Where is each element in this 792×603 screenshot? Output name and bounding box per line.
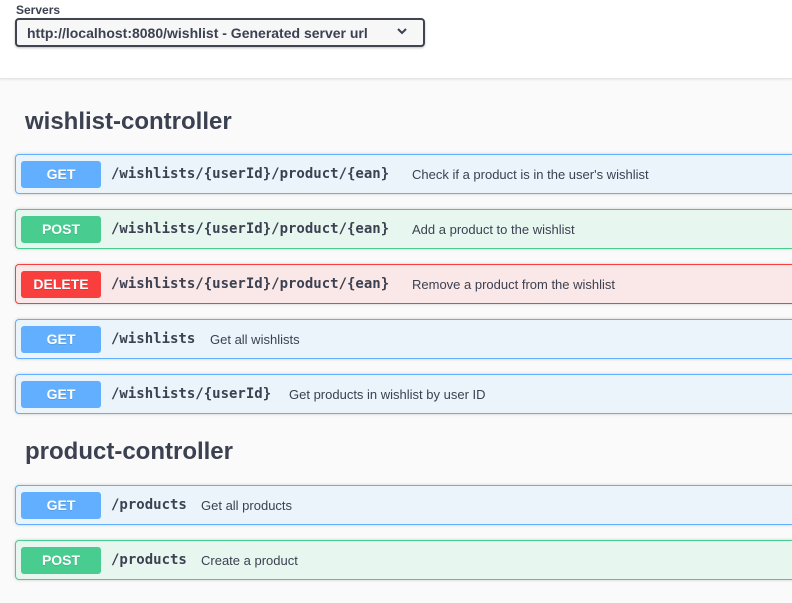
method-badge: GET [21, 381, 101, 408]
operation-path: /products [111, 552, 187, 568]
operation-path: /wishlists/{userId} [111, 386, 272, 402]
operation-get-wishlists[interactable]: GET /wishlists Get all wishlists [15, 319, 792, 359]
section-title-wishlist-controller[interactable]: wishlist-controller [25, 108, 232, 136]
operation-path: /products [111, 497, 187, 513]
operation-post-wishlist-product[interactable]: POST /wishlists/{userId}/product/{ean} A… [15, 209, 792, 249]
servers-label: Servers [16, 3, 61, 17]
method-badge: GET [21, 326, 101, 353]
operation-get-wishlist-by-user[interactable]: GET /wishlists/{userId} Get products in … [15, 374, 792, 414]
operation-get-wishlist-product[interactable]: GET /wishlists/{userId}/product/{ean} Ch… [15, 154, 792, 194]
operation-summary: Add a product to the wishlist [412, 222, 575, 237]
operation-path: /wishlists/{userId}/product/{ean} [111, 276, 390, 292]
method-badge: POST [21, 547, 101, 574]
operation-get-products[interactable]: GET /products Get all products [15, 485, 792, 525]
method-badge: GET [21, 492, 101, 519]
operation-summary: Remove a product from the wishlist [412, 277, 616, 292]
method-badge: GET [21, 161, 101, 188]
method-badge: DELETE [21, 271, 101, 298]
operation-summary: Get all wishlists [210, 332, 300, 347]
operation-summary: Check if a product is in the user's wish… [412, 167, 649, 182]
operation-path: /wishlists/{userId}/product/{ean} [111, 166, 390, 182]
operation-post-products[interactable]: POST /products Create a product [15, 540, 792, 580]
method-badge: POST [21, 216, 101, 243]
section-title-product-controller[interactable]: product-controller [25, 438, 233, 466]
servers-bar: Servers http://localhost:8080/wishlist -… [0, 0, 792, 79]
operation-summary: Get all products [201, 498, 293, 513]
chevron-down-icon [395, 24, 409, 38]
operation-summary: Create a product [201, 553, 298, 568]
server-select-value: http://localhost:8080/wishlist - Generat… [27, 25, 368, 41]
operation-path: /wishlists/{userId}/product/{ean} [111, 221, 390, 237]
operation-delete-wishlist-product[interactable]: DELETE /wishlists/{userId}/product/{ean}… [15, 264, 792, 304]
operation-path: /wishlists [111, 331, 196, 347]
operation-summary: Get products in wishlist by user ID [289, 387, 486, 402]
server-select[interactable]: http://localhost:8080/wishlist - Generat… [15, 18, 425, 47]
